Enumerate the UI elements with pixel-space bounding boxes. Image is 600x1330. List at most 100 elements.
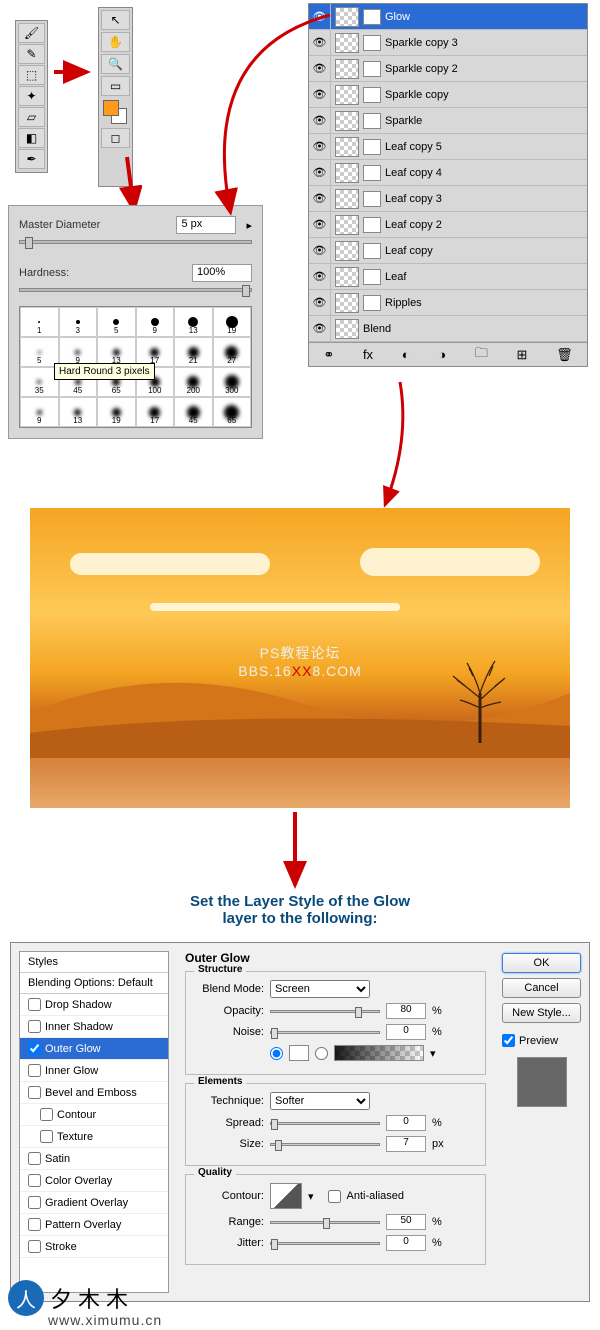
hardness-value[interactable]: 100% [192, 264, 252, 282]
visibility-eye-icon[interactable]: 👁 [309, 82, 331, 107]
style-item[interactable]: Pattern Overlay [20, 1214, 168, 1236]
brush-tool[interactable]: 🖌 [18, 23, 45, 43]
style-item[interactable]: Bevel and Emboss [20, 1082, 168, 1104]
gradient-tool[interactable]: ◧ [18, 128, 45, 148]
layer-row[interactable]: 👁 Sparkle copy 3 [309, 30, 587, 56]
master-diameter-value[interactable]: 5 px [176, 216, 236, 234]
layer-thumbnail[interactable] [335, 215, 359, 235]
brush-preset[interactable]: 13 [59, 397, 98, 427]
style-checkbox[interactable] [28, 1174, 41, 1187]
style-checkbox[interactable] [28, 1196, 41, 1209]
zoom-tool[interactable]: 🔍 [101, 54, 130, 74]
visibility-eye-icon[interactable]: 👁 [309, 160, 331, 185]
layer-row[interactable]: 👁 Leaf copy [309, 238, 587, 264]
layer-mask-thumbnail[interactable] [363, 165, 381, 181]
layer-thumbnail[interactable] [335, 293, 359, 313]
layer-mask-thumbnail[interactable] [363, 113, 381, 129]
brush-preset[interactable]: 300 [213, 367, 252, 397]
layer-row[interactable]: 👁 Leaf copy 5 [309, 134, 587, 160]
noise-slider[interactable] [270, 1031, 380, 1034]
contour-dropdown-icon[interactable]: ▾ [308, 1190, 314, 1203]
range-slider[interactable] [270, 1221, 380, 1224]
color-radio[interactable] [270, 1047, 283, 1060]
layer-row[interactable]: 👁 Blend [309, 316, 587, 342]
brush-preset[interactable]: 13 [174, 307, 213, 337]
layer-thumbnail[interactable] [335, 85, 359, 105]
style-item[interactable]: Inner Glow [20, 1060, 168, 1082]
size-slider[interactable] [270, 1143, 380, 1146]
opacity-slider[interactable] [270, 1010, 380, 1013]
visibility-eye-icon[interactable]: 👁 [309, 264, 331, 289]
jitter-value[interactable]: 0 [386, 1235, 426, 1251]
layer-row[interactable]: 👁 Leaf copy 2 [309, 212, 587, 238]
layer-mask-icon[interactable]: ◐ [402, 347, 410, 362]
style-item[interactable]: Contour [20, 1104, 168, 1126]
layer-thumbnail[interactable] [335, 59, 359, 79]
move-tool[interactable]: ↖ [101, 10, 130, 30]
layer-row[interactable]: 👁 Leaf copy 4 [309, 160, 587, 186]
style-checkbox[interactable] [28, 1218, 41, 1231]
foreground-color[interactable] [103, 100, 119, 116]
layer-thumbnail[interactable] [335, 319, 359, 339]
visibility-eye-icon[interactable]: 👁 [309, 30, 331, 55]
visibility-eye-icon[interactable]: 👁 [309, 212, 331, 237]
layer-thumbnail[interactable] [335, 267, 359, 287]
glow-gradient-swatch[interactable] [334, 1045, 424, 1061]
ok-button[interactable]: OK [502, 953, 581, 973]
layer-mask-thumbnail[interactable] [363, 243, 381, 259]
new-layer-icon[interactable]: ⊞ [517, 347, 528, 363]
layer-mask-thumbnail[interactable] [363, 269, 381, 285]
visibility-eye-icon[interactable]: 👁 [309, 4, 331, 29]
spread-value[interactable]: 0 [386, 1115, 426, 1131]
hand-tool[interactable]: ✋ [101, 32, 130, 52]
layer-mask-thumbnail[interactable] [363, 295, 381, 311]
brush-preset[interactable]: 19 [97, 397, 136, 427]
style-checkbox[interactable] [28, 1064, 41, 1077]
style-checkbox[interactable] [40, 1108, 53, 1121]
layer-thumbnail[interactable] [335, 33, 359, 53]
new-style-button[interactable]: New Style... [502, 1003, 581, 1023]
gradient-dropdown-icon[interactable]: ▾ [430, 1047, 436, 1060]
brush-preset[interactable]: 5 [97, 307, 136, 337]
brush-preset[interactable]: 27 [213, 337, 252, 367]
link-layers-icon[interactable]: ⚭ [323, 347, 334, 363]
color-swatch[interactable] [103, 100, 129, 124]
layer-mask-thumbnail[interactable] [363, 87, 381, 103]
layer-mask-thumbnail[interactable] [363, 217, 381, 233]
hardness-slider[interactable] [19, 288, 252, 292]
style-item[interactable]: Inner Shadow [20, 1016, 168, 1038]
adjustment-layer-icon[interactable]: ◑ [438, 347, 446, 362]
brush-preset[interactable]: 35 [20, 367, 59, 397]
eyedropper-tool[interactable]: ✎ [18, 44, 45, 64]
range-value[interactable]: 50 [386, 1214, 426, 1230]
visibility-eye-icon[interactable]: 👁 [309, 290, 331, 315]
layer-mask-thumbnail[interactable] [363, 191, 381, 207]
gradient-radio[interactable] [315, 1047, 328, 1060]
visibility-eye-icon[interactable]: 👁 [309, 238, 331, 263]
jitter-slider[interactable] [270, 1242, 380, 1245]
layer-row[interactable]: 👁 Leaf copy 3 [309, 186, 587, 212]
brush-preset[interactable]: 9 [136, 307, 175, 337]
style-checkbox[interactable] [28, 1020, 41, 1033]
brush-preset[interactable]: 3 [59, 307, 98, 337]
preview-checkbox[interactable] [502, 1034, 515, 1047]
clone-tool[interactable]: ✦ [18, 86, 45, 106]
brush-preset[interactable]: 19 [213, 307, 252, 337]
brush-preset[interactable]: 45 [174, 397, 213, 427]
layer-thumbnail[interactable] [335, 163, 359, 183]
layer-mask-thumbnail[interactable] [363, 35, 381, 51]
layer-mask-thumbnail[interactable] [363, 139, 381, 155]
size-value[interactable]: 7 [386, 1136, 426, 1152]
style-checkbox[interactable] [28, 1086, 41, 1099]
layer-thumbnail[interactable] [335, 111, 359, 131]
style-item[interactable]: Drop Shadow [20, 994, 168, 1016]
brush-preset[interactable]: 9 [20, 397, 59, 427]
delete-layer-icon[interactable]: 🗑 [556, 347, 573, 363]
style-checkbox[interactable] [28, 998, 41, 1011]
style-item[interactable]: Satin [20, 1148, 168, 1170]
brush-preset[interactable]: 1 [20, 307, 59, 337]
eraser-tool[interactable]: ▱ [18, 107, 45, 127]
blend-mode-select[interactable]: Screen [270, 980, 370, 998]
cancel-button[interactable]: Cancel [502, 978, 581, 998]
note-tool[interactable]: ▭ [101, 76, 130, 96]
